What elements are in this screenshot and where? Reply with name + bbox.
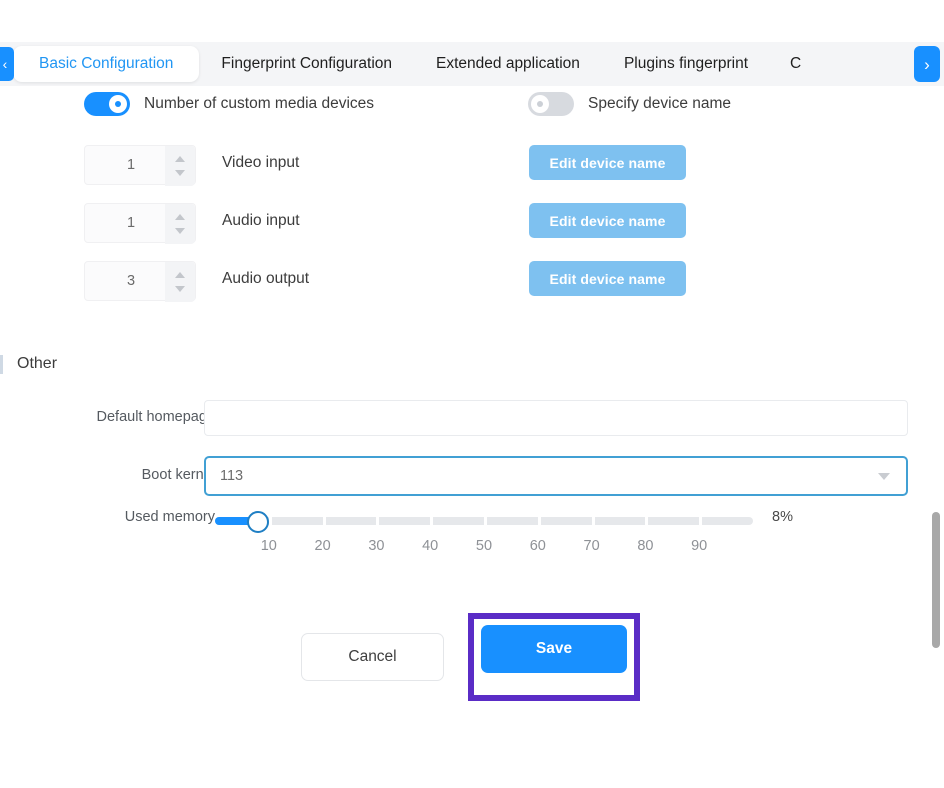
- tab-scroll-right-button[interactable]: ›: [914, 46, 940, 82]
- tab-plugins-fingerprint[interactable]: Plugins fingerprint: [602, 46, 770, 82]
- slider-tick-labels: 10 20 30 40 50 60 70 80 90: [215, 538, 753, 558]
- tab-label: Extended application: [436, 55, 580, 72]
- tab-basic-configuration[interactable]: Basic Configuration: [13, 46, 199, 82]
- custom-media-devices-toggle[interactable]: [84, 92, 130, 116]
- audio-input-label: Audio input: [222, 212, 300, 230]
- chevron-right-icon: ›: [924, 56, 930, 73]
- slider-tick-gap: [538, 517, 541, 525]
- media-devices-toggle-row: Number of custom media devices Specify d…: [0, 92, 944, 126]
- tab-bar: ‹ Basic Configuration Fingerprint Config…: [0, 42, 944, 86]
- section-title: Other: [17, 355, 57, 373]
- audio-output-stepper-arrows: [165, 262, 195, 302]
- specify-device-name-group: Specify device name: [528, 92, 731, 116]
- cancel-button[interactable]: Cancel: [301, 633, 444, 681]
- custom-media-devices-group: Number of custom media devices: [84, 92, 374, 116]
- configuration-window: ‹ Basic Configuration Fingerprint Config…: [0, 0, 944, 788]
- chevron-down-icon[interactable]: [175, 286, 185, 292]
- chevron-down-icon[interactable]: [175, 170, 185, 176]
- custom-media-devices-label: Number of custom media devices: [144, 95, 374, 113]
- used-memory-row: Used memory 8% 10 20 30 40 50 60 70 80 90: [0, 506, 944, 576]
- video-input-stepper-arrows: [165, 146, 195, 186]
- slider-handle[interactable]: [247, 511, 269, 533]
- default-homepage-input[interactable]: [204, 400, 908, 436]
- audio-input-stepper[interactable]: 1: [84, 203, 196, 243]
- slider-tick-gap: [269, 517, 272, 525]
- video-input-stepper[interactable]: 1: [84, 145, 196, 185]
- tab-label: Basic Configuration: [39, 55, 173, 72]
- chevron-up-icon[interactable]: [175, 156, 185, 162]
- audio-input-row: 1 Audio input Edit device name: [0, 203, 944, 243]
- settings-content-panel: Number of custom media devices Specify d…: [0, 86, 944, 788]
- specify-device-name-label: Specify device name: [588, 95, 731, 113]
- toggle-knob-icon: [531, 95, 549, 113]
- tab-extended-application[interactable]: Extended application: [414, 46, 602, 82]
- specify-device-name-toggle[interactable]: [528, 92, 574, 116]
- scrollbar-thumb[interactable]: [932, 512, 940, 648]
- save-button[interactable]: Save: [481, 625, 627, 673]
- chevron-down-icon: [878, 473, 890, 480]
- tab-label: C: [790, 55, 801, 72]
- slider-tick-label: 40: [422, 538, 438, 554]
- slider-tick-label: 30: [368, 538, 384, 554]
- slider-tick-label: 10: [261, 538, 277, 554]
- slider-tick-gap: [376, 517, 379, 525]
- audio-output-label: Audio output: [222, 270, 309, 288]
- used-memory-value: 8%: [772, 509, 793, 525]
- used-memory-slider[interactable]: [215, 511, 753, 533]
- default-homepage-label: Default homepage: [97, 409, 216, 425]
- tab-scroll-left-button[interactable]: ‹: [0, 47, 14, 81]
- slider-tick-label: 60: [530, 538, 546, 554]
- boot-kernel-row: Boot kernel 113: [0, 458, 944, 496]
- section-accent-bar: [0, 355, 3, 374]
- form-actions: Cancel Save: [0, 633, 944, 693]
- video-input-row: 1 Video input Edit device name: [0, 145, 944, 185]
- tab-fingerprint-configuration[interactable]: Fingerprint Configuration: [199, 46, 414, 82]
- used-memory-label: Used memory: [125, 509, 215, 525]
- tab-partial-next[interactable]: C: [790, 46, 816, 82]
- slider-tick-label: 20: [315, 538, 331, 554]
- content-scrollbar[interactable]: [930, 86, 940, 788]
- toggle-knob-icon: [109, 95, 127, 113]
- slider-tick-label: 50: [476, 538, 492, 554]
- chevron-down-icon[interactable]: [175, 228, 185, 234]
- chevron-up-icon[interactable]: [175, 272, 185, 278]
- slider-tick-label: 90: [691, 538, 707, 554]
- audio-output-stepper[interactable]: 3: [84, 261, 196, 301]
- default-homepage-row: Default homepage: [0, 400, 944, 438]
- boot-kernel-select[interactable]: 113: [204, 456, 908, 496]
- slider-tick-gap: [323, 517, 326, 525]
- video-input-label: Video input: [222, 154, 299, 172]
- audio-input-stepper-arrows: [165, 204, 195, 244]
- slider-tick-gap: [645, 517, 648, 525]
- slider-tick-gap: [484, 517, 487, 525]
- slider-tick-gap: [592, 517, 595, 525]
- slider-tick-label: 70: [584, 538, 600, 554]
- edit-video-device-name-button[interactable]: Edit device name: [529, 145, 686, 180]
- tab-label: Fingerprint Configuration: [221, 55, 392, 72]
- other-section-header: Other: [0, 353, 57, 375]
- slider-tick-gap: [430, 517, 433, 525]
- chevron-left-icon: ‹: [3, 57, 8, 71]
- edit-audio-output-device-name-button[interactable]: Edit device name: [529, 261, 686, 296]
- slider-tick-label: 80: [637, 538, 653, 554]
- audio-output-row: 3 Audio output Edit device name: [0, 261, 944, 301]
- slider-tick-gap: [699, 517, 702, 525]
- chevron-up-icon[interactable]: [175, 214, 185, 220]
- tab-label: Plugins fingerprint: [624, 55, 748, 72]
- tab-list: Basic Configuration Fingerprint Configur…: [0, 42, 816, 86]
- edit-audio-input-device-name-button[interactable]: Edit device name: [529, 203, 686, 238]
- boot-kernel-value: 113: [220, 468, 878, 484]
